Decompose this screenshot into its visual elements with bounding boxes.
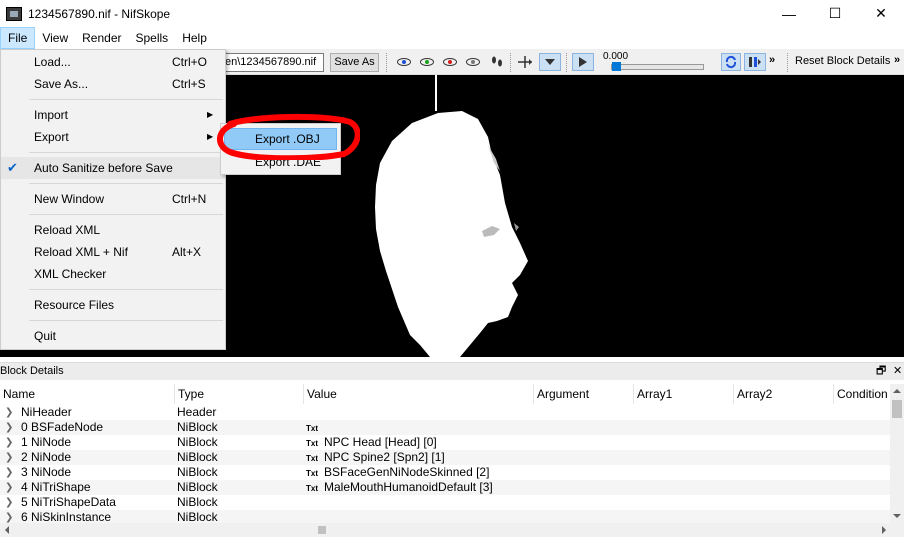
title-bar: 1234567890.nif - NifSkope — ☐ ✕ — [0, 0, 904, 27]
menu-item-quit[interactable]: Quit — [1, 325, 225, 347]
menu-item-reload-xml-nif[interactable]: Reload XML + Nif Alt+X — [1, 241, 225, 263]
menu-item-export[interactable]: Export ▶ — [1, 126, 225, 148]
horizontal-scroll-thumb[interactable] — [318, 526, 326, 534]
menu-separator — [29, 99, 223, 100]
expand-arrow-icon[interactable]: ❯ — [5, 510, 13, 523]
expand-arrow-icon[interactable]: ❯ — [5, 420, 13, 435]
file-path-field[interactable]: en\1234567890.nif — [222, 53, 324, 72]
column-header-name[interactable]: Name — [0, 384, 175, 404]
close-pane-icon[interactable]: ✕ — [893, 363, 902, 380]
block-details-header: Block Details 🗗 ✕ — [0, 362, 904, 380]
table-row[interactable]: ❯ 0 BSFadeNode NiBlock Txt — [0, 420, 890, 435]
table-row[interactable]: ❯ 2 NiNode NiBlock Txt NPC Spine2 [Spn2]… — [0, 450, 890, 465]
nifskope-app-icon — [6, 6, 22, 21]
menu-item-load[interactable]: Load... Ctrl+O — [1, 51, 225, 73]
maximize-button[interactable]: ☐ — [812, 0, 858, 27]
expand-arrow-icon[interactable]: ❯ — [5, 450, 13, 465]
column-header-value[interactable]: Value — [304, 384, 534, 404]
block-list: ❯ NiHeader Header ❯ 0 BSFadeNode NiBlock… — [0, 405, 890, 523]
file-menu-dropdown: Load... Ctrl+O Save As... Ctrl+S Import … — [0, 49, 226, 350]
menu-spells[interactable]: Spells — [129, 27, 176, 49]
menu-bar: File View Render Spells Help — [0, 27, 904, 49]
expand-arrow-icon[interactable]: ❯ — [5, 495, 13, 510]
menu-file[interactable]: File — [0, 27, 36, 49]
submenu-arrow-icon: ▶ — [207, 110, 214, 119]
menu-separator — [29, 183, 223, 184]
expand-arrow-icon[interactable]: ❯ — [5, 480, 13, 495]
expand-arrow-icon[interactable]: ❯ — [5, 405, 13, 420]
menu-item-export-obj[interactable]: Export .OBJ — [224, 128, 337, 150]
view-dropdown-icon[interactable] — [539, 53, 561, 71]
export-submenu: Export .OBJ Export .DAE — [220, 123, 341, 175]
loop-icon[interactable] — [721, 53, 741, 71]
save-as-button[interactable]: Save As — [330, 53, 379, 72]
play-icon[interactable] — [572, 53, 594, 71]
toolbar-separator — [510, 53, 511, 72]
column-header-argument[interactable]: Argument — [534, 384, 634, 404]
table-row[interactable]: ❯ 4 NiTriShape NiBlock Txt MaleMouthHuma… — [0, 480, 890, 495]
menu-item-save-as[interactable]: Save As... Ctrl+S — [1, 73, 225, 95]
submenu-arrow-icon: ▶ — [207, 132, 214, 141]
menu-separator — [29, 289, 223, 290]
minimize-button[interactable]: — — [766, 0, 812, 27]
block-details-table-header: Name Type Value Argument Array1 Array2 C… — [0, 384, 904, 404]
txt-badge: Txt — [306, 424, 318, 433]
expand-arrow-icon[interactable]: ❯ — [5, 465, 13, 480]
txt-badge: Txt — [306, 454, 318, 463]
window-title: 1234567890.nif - NifSkope — [28, 6, 171, 21]
menu-item-new-window[interactable]: New Window Ctrl+N — [1, 188, 225, 210]
column-header-array1[interactable]: Array1 — [634, 384, 734, 404]
menu-item-xml-checker[interactable]: XML Checker — [1, 263, 225, 285]
reset-block-details-button[interactable]: Reset Block Details — [795, 55, 890, 67]
menu-item-import[interactable]: Import ▶ — [1, 104, 225, 126]
vertical-scrollbar[interactable] — [890, 384, 904, 524]
float-pane-icon[interactable]: 🗗 — [876, 363, 886, 380]
menu-render[interactable]: Render — [75, 27, 128, 49]
table-row[interactable]: ❯ NiHeader Header — [0, 405, 890, 420]
time-slider-handle[interactable] — [612, 62, 621, 71]
time-slider-track[interactable] — [611, 64, 704, 70]
toolbar-overflow-icon[interactable]: » — [769, 54, 775, 66]
table-row[interactable]: ❯ 1 NiNode NiBlock Txt NPC Head [Head] [… — [0, 435, 890, 450]
menu-view[interactable]: View — [35, 27, 75, 49]
close-button[interactable]: ✕ — [858, 0, 904, 27]
txt-badge: Txt — [306, 484, 318, 493]
horizontal-scrollbar[interactable] — [0, 523, 904, 537]
eye-red-icon[interactable] — [441, 53, 459, 71]
menu-item-export-dae[interactable]: Export .DAE — [224, 151, 337, 173]
switch-icon[interactable] — [744, 53, 766, 71]
toolbar-separator — [386, 53, 387, 72]
toolbar-separator — [787, 53, 788, 72]
menu-separator — [29, 152, 223, 153]
txt-badge: Txt — [306, 439, 318, 448]
table-row[interactable]: ❯ 6 NiSkinInstance NiBlock — [0, 510, 890, 523]
block-details-title: Block Details — [0, 365, 64, 377]
menu-help[interactable]: Help — [175, 27, 214, 49]
toolbar-separator — [566, 53, 567, 72]
axis-icon[interactable] — [516, 53, 534, 71]
eye-green-icon[interactable] — [418, 53, 436, 71]
menu-item-reload-xml[interactable]: Reload XML — [1, 219, 225, 241]
column-header-array2[interactable]: Array2 — [734, 384, 834, 404]
footprints-icon[interactable] — [488, 53, 506, 71]
column-header-condition[interactable]: Condition — [834, 384, 890, 404]
menu-separator — [29, 214, 223, 215]
column-header-type[interactable]: Type — [175, 384, 304, 404]
menu-item-auto-sanitize[interactable]: ✔ Auto Sanitize before Save — [1, 157, 225, 179]
expand-arrow-icon[interactable]: ❯ — [5, 435, 13, 450]
time-value: 0.000 — [603, 51, 629, 62]
eye-gray-icon[interactable] — [464, 53, 482, 71]
table-row[interactable]: ❯ 5 NiTriShapeData NiBlock — [0, 495, 890, 510]
menu-separator — [29, 320, 223, 321]
menu-item-resource-files[interactable]: Resource Files — [1, 294, 225, 316]
eye-blue-icon[interactable] — [395, 53, 413, 71]
checkmark-icon: ✔ — [7, 160, 18, 175]
txt-badge: Txt — [306, 469, 318, 478]
table-row[interactable]: ❯ 3 NiNode NiBlock Txt BSFaceGenNiNodeSk… — [0, 465, 890, 480]
toolbar-overflow-icon[interactable]: » — [894, 54, 900, 66]
